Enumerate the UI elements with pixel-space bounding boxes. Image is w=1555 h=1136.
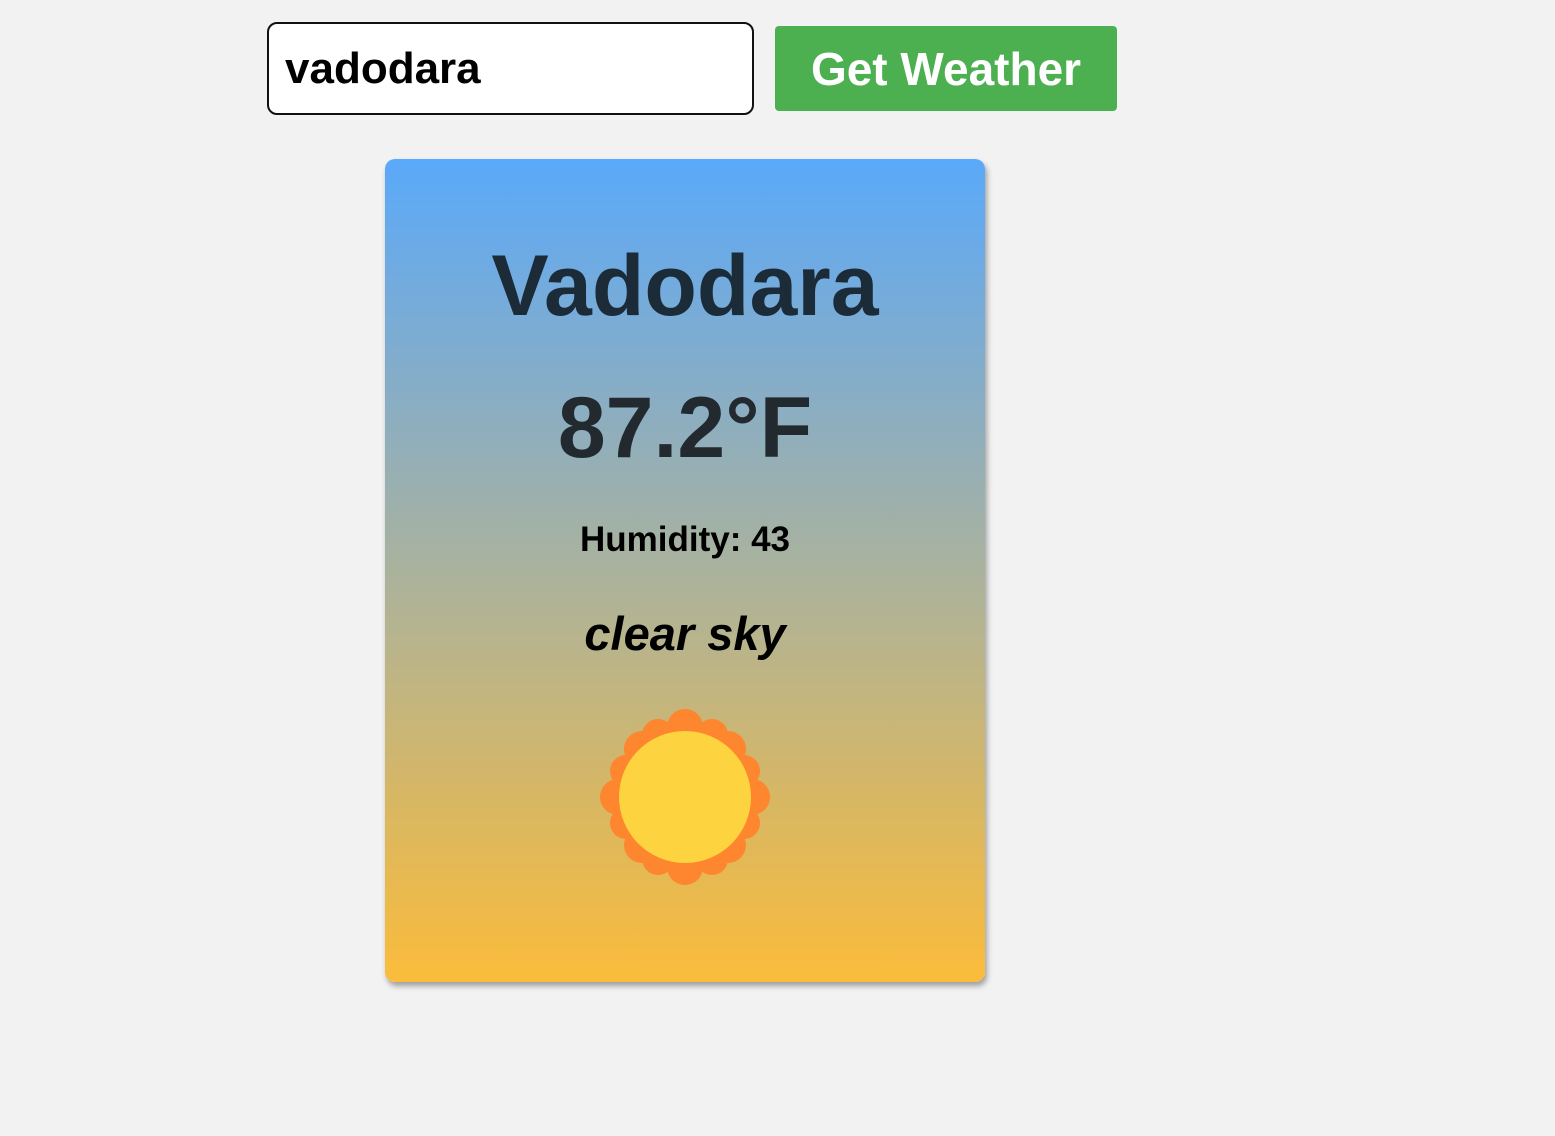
sun-icon xyxy=(600,709,770,885)
sun-core xyxy=(619,731,751,863)
city-name: Vadodara xyxy=(491,238,879,334)
city-search-input[interactable] xyxy=(267,22,754,115)
get-weather-button[interactable]: Get Weather xyxy=(775,26,1117,111)
humidity: Humidity: 43 xyxy=(579,520,791,559)
weather-description: clear sky xyxy=(584,607,786,660)
temperature: 87.2°F xyxy=(557,380,813,476)
weather-card: Vadodara 87.2°F Humidity: 43 clear sky xyxy=(385,159,985,982)
search-bar: Get Weather xyxy=(267,22,1117,115)
